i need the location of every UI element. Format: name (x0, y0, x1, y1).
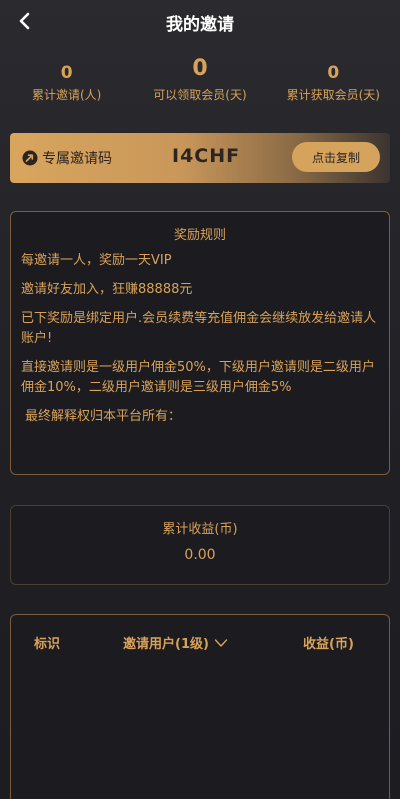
stats-row: 0 累计邀请(人) 0 可以领取会员(天) 0 累计获取会员(天) (0, 54, 400, 104)
stat-total-invites: 0 累计邀请(人) (0, 54, 133, 104)
stat-total-days: 0 累计获取会员(天) (267, 54, 400, 104)
rule-item: 邀请好友加入，狂赚88888元 (21, 282, 193, 297)
earnings-value: 0.00 (184, 547, 216, 563)
rule-item: 直接邀请则是一级用户佣金50%，下级用户邀请则是二级用户佣金10%，二级用户邀请… (21, 360, 375, 395)
rules-title: 奖励规则 (173, 228, 226, 243)
column-header-id: 标识 (34, 637, 61, 652)
chevron-left-icon (19, 12, 30, 30)
earnings-label: 累计收益(币) (162, 522, 238, 537)
invite-code-label: 专属邀请码 (42, 151, 112, 167)
stat-value: 0 (192, 56, 208, 81)
stat-claimable-days: 0 可以领取会员(天) (133, 54, 266, 104)
column-header-user-label: 邀请用户(1级) (123, 637, 209, 652)
rule-item: 最终解释权归本平台所有： (25, 409, 182, 424)
header: 我的邀请 (0, 0, 400, 44)
rule-item: 已下奖励是绑定用户.会员续费等充值佣金会继续放发给邀请人账户! (21, 311, 377, 346)
page-title: 我的邀请 (166, 14, 234, 35)
chevron-down-icon (214, 638, 228, 647)
stat-label: 可以领取会员(天) (153, 88, 247, 102)
invite-code-value: I4CHF (172, 145, 241, 167)
stat-value: 0 (327, 63, 340, 83)
copy-button[interactable]: 点击复制 (292, 142, 380, 172)
stat-label: 累计邀请(人) (31, 88, 102, 102)
column-header-earnings: 收益(币) (303, 637, 354, 652)
back-button[interactable] (12, 8, 36, 34)
arrow-circle-icon (22, 150, 38, 166)
stat-value: 0 (60, 63, 73, 83)
earnings-card: 累计收益(币) 0.00 (10, 505, 390, 585)
column-header-user-dropdown[interactable]: 邀请用户(1级) (123, 633, 228, 652)
invites-table: 标识 邀请用户(1级) 收益(币) (10, 614, 390, 799)
stat-label: 累计获取会员(天) (286, 88, 380, 102)
invite-code-bar: 专属邀请码 I4CHF 点击复制 (10, 133, 390, 183)
rule-item: 每邀请一人，奖励一天VIP (21, 253, 172, 268)
rules-card: 奖励规则 每邀请一人，奖励一天VIP 邀请好友加入，狂赚88888元 已下奖励是… (10, 211, 390, 475)
table-header: 标识 邀请用户(1级) 收益(币) (11, 615, 389, 669)
